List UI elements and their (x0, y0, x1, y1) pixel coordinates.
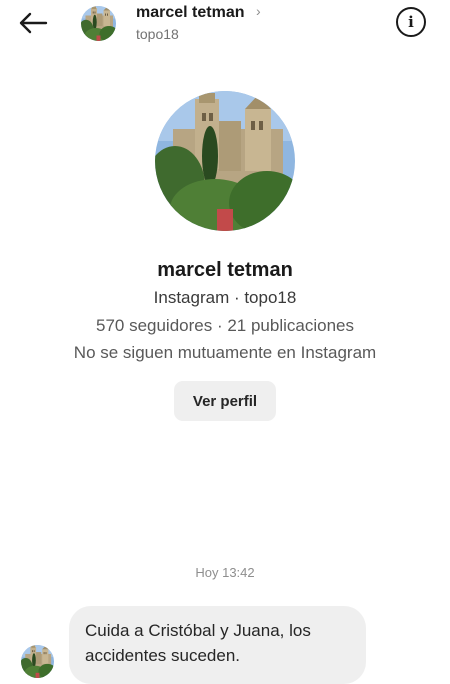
profile-platform: Instagram · topo18 (153, 288, 297, 307)
profile-name: marcel tetman (157, 259, 293, 281)
message-sender-avatar[interactable] (21, 645, 54, 678)
back-arrow-icon (19, 12, 48, 34)
chevron-right-icon[interactable]: › (256, 3, 261, 19)
header-contact-name[interactable]: marcel tetman (136, 4, 245, 22)
view-profile-button[interactable]: Ver perfil (174, 381, 276, 421)
profile-stats: 570 seguidores · 21 publicaciones (95, 316, 354, 335)
message-bubble[interactable]: Cuida a Cristóbal y Juana, los accidente… (69, 606, 366, 684)
message-timestamp: Hoy 13:42 (195, 565, 255, 580)
chat-header: marcel tetman › topo18 i (0, 0, 450, 52)
back-button[interactable] (16, 8, 50, 38)
profile-picture[interactable] (155, 91, 295, 231)
info-icon[interactable]: i (396, 7, 426, 37)
header-avatar[interactable] (81, 6, 116, 41)
mutual-follow-status: No se siguen mutuamente en Instagram (73, 343, 377, 362)
header-username: topo18 (136, 26, 179, 42)
